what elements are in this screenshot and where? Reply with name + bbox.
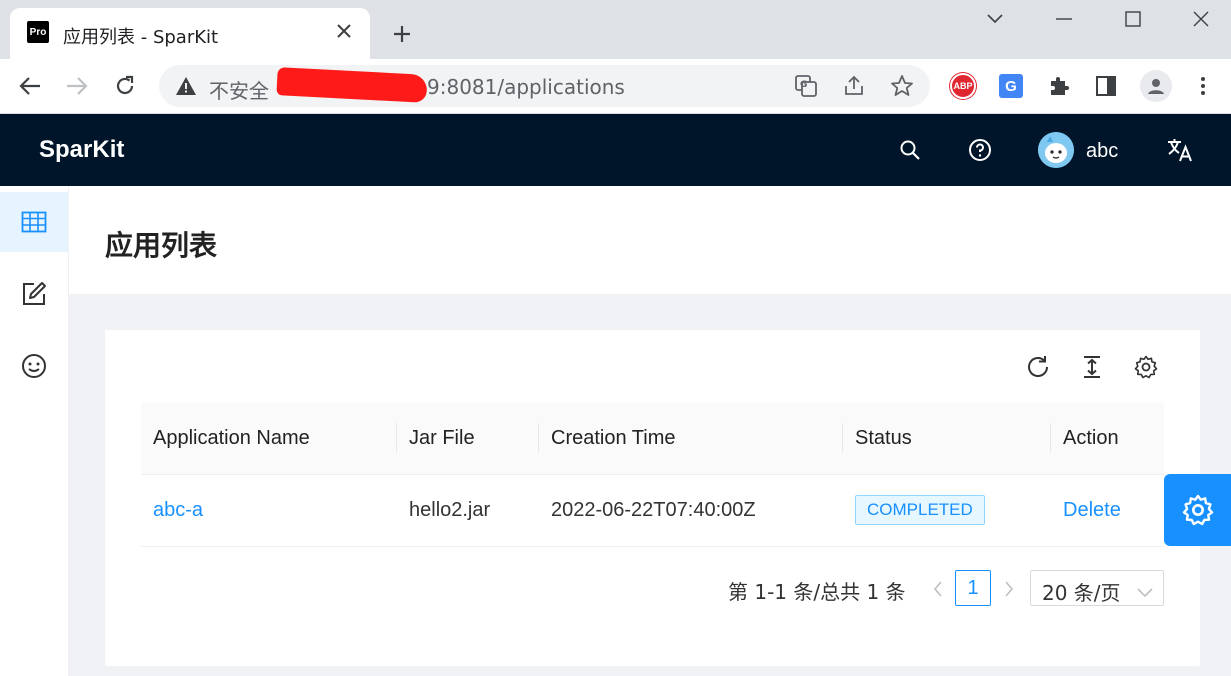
username[interactable]: abc — [1086, 140, 1118, 163]
floating-settings-button[interactable] — [1164, 474, 1231, 546]
sidebar — [0, 186, 69, 676]
browser-toolbar: 不安全 9:8081/applications G ABP G — [0, 59, 1231, 114]
settings-gear-icon[interactable] — [1131, 352, 1161, 382]
main-content: 应用列表 Application Name Jar File Creation … — [69, 186, 1231, 676]
language-icon[interactable] — [1166, 136, 1194, 164]
new-tab-icon[interactable] — [388, 20, 416, 48]
minimize-icon[interactable] — [1041, 6, 1087, 32]
column-header-jar: Jar File — [397, 403, 539, 475]
delete-button[interactable]: Delete — [1063, 499, 1121, 521]
sidebar-item-smile[interactable] — [0, 336, 68, 396]
column-header-status: Status — [843, 403, 1051, 475]
url-text[interactable]: 9:8081/applications — [427, 75, 625, 99]
edit-icon — [23, 282, 46, 305]
column-header-action: Action — [1051, 403, 1164, 475]
prev-page-icon[interactable] — [927, 578, 949, 600]
google-translate-icon[interactable]: G — [996, 71, 1026, 101]
column-height-icon[interactable] — [1077, 352, 1107, 382]
cell-jar-file: hello2.jar — [397, 474, 539, 547]
cell-creation-time: 2022-06-22T07:40:00Z — [539, 474, 843, 547]
application-link[interactable]: abc-a — [153, 499, 203, 521]
tab-title: 应用列表 - SparKit — [63, 27, 219, 48]
share-icon[interactable] — [841, 73, 867, 99]
svg-text:G: G — [800, 80, 807, 90]
table-icon — [21, 211, 47, 233]
address-bar[interactable]: 不安全 9:8081/applications G — [159, 65, 930, 107]
extensions-puzzle-icon[interactable] — [1044, 71, 1074, 101]
brand-logo[interactable]: SparKit — [39, 136, 124, 164]
maximize-icon[interactable] — [1110, 6, 1156, 32]
column-header-name: Application Name — [141, 403, 397, 475]
warning-icon[interactable] — [175, 75, 197, 102]
next-page-icon[interactable] — [998, 578, 1020, 600]
profile-icon[interactable] — [1139, 69, 1173, 103]
page-size-value: 20 条/页 — [1042, 581, 1121, 605]
translate-page-icon[interactable]: G — [793, 73, 819, 99]
table-card: Application Name Jar File Creation Time … — [105, 330, 1200, 666]
app-header: SparKit abc — [0, 114, 1231, 186]
tab-favicon: Pro — [27, 21, 49, 43]
insecure-label: 不安全 — [209, 79, 269, 103]
forward-arrow-icon[interactable] — [60, 69, 94, 103]
browser-menu-icon[interactable] — [1188, 71, 1218, 101]
avatar[interactable] — [1038, 132, 1074, 168]
cell-status: COMPLETED — [843, 474, 1051, 547]
window-close-icon[interactable] — [1178, 6, 1224, 32]
tab-search-chevron-icon[interactable] — [972, 6, 1018, 32]
redaction-mark — [276, 67, 428, 103]
back-arrow-icon[interactable] — [13, 69, 47, 103]
reload-icon[interactable] — [1023, 352, 1053, 382]
cell-action: Delete — [1051, 474, 1164, 547]
pagination-total: 第 1-1 条/总共 1 条 — [728, 580, 906, 604]
sidebar-item-editor[interactable] — [0, 264, 68, 324]
browser-tab-strip: Pro 应用列表 - SparKit — [0, 0, 1231, 59]
tab-close-icon[interactable] — [332, 19, 356, 43]
settings-gear-icon — [1182, 494, 1213, 526]
page-title: 应用列表 — [105, 229, 218, 262]
smile-icon — [22, 354, 46, 378]
column-header-creation-time: Creation Time — [539, 403, 843, 475]
applications-table: Application Name Jar File Creation Time … — [141, 403, 1164, 547]
browser-tab[interactable]: Pro 应用列表 - SparKit — [10, 8, 370, 59]
search-icon[interactable] — [896, 136, 924, 164]
cell-application-name[interactable]: abc-a — [141, 474, 397, 547]
reload-icon[interactable] — [108, 69, 142, 103]
bookmark-star-icon[interactable] — [889, 73, 915, 99]
table-row: abc-a hello2.jar 2022-06-22T07:40:00Z CO… — [141, 474, 1164, 547]
side-panel-icon[interactable] — [1091, 71, 1121, 101]
page-size-select[interactable]: 20 条/页 — [1030, 570, 1164, 606]
page-header: 应用列表 — [69, 186, 1231, 294]
adblock-plus-icon[interactable]: ABP — [948, 71, 978, 101]
table-header-row: Application Name Jar File Creation Time … — [141, 403, 1164, 475]
sidebar-item-applications[interactable] — [0, 192, 68, 252]
help-icon[interactable] — [966, 136, 994, 164]
page-number-current[interactable]: 1 — [955, 570, 991, 606]
status-badge: COMPLETED — [855, 495, 985, 525]
chevron-down-icon — [1137, 579, 1153, 603]
